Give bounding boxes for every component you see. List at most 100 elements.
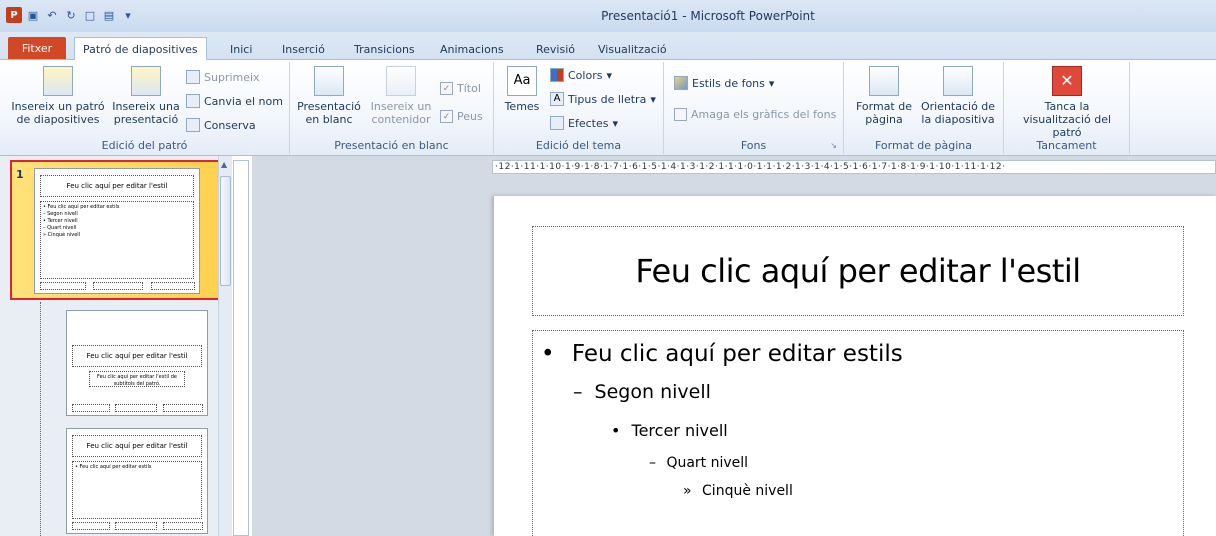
layout3-body: • Feu clic aquí per editar estils bbox=[72, 461, 202, 519]
tab-insert[interactable]: Inserció bbox=[274, 38, 333, 60]
blank-layout-label: Presentació en blanc bbox=[297, 100, 361, 126]
group-page-setup: Format de pàgina Orientació de la diapos… bbox=[844, 62, 1004, 154]
preserve-button[interactable]: Conserva bbox=[186, 118, 256, 132]
title-bar: P ▣ ↶ ↻ □ ▤ ▾ Presentació1 - Microsoft P… bbox=[0, 0, 1216, 32]
blank-layout-icon bbox=[314, 66, 344, 96]
group-close: ✕ Tanca la visualització del patró Tanca… bbox=[1004, 62, 1130, 154]
layout3-title: Feu clic aquí per editar l'estil bbox=[72, 435, 202, 457]
themes-label: Temes bbox=[504, 100, 540, 113]
hide-background-graphics-box bbox=[674, 108, 687, 121]
bullet-level-3: • Tercer nivell bbox=[611, 421, 728, 440]
layout2-footer-date bbox=[72, 404, 110, 412]
layout3-footer-number bbox=[163, 522, 203, 530]
fonts-dropdown-icon: ▾ bbox=[650, 92, 656, 106]
bullet-level-1: • Feu clic aquí per editar estils bbox=[541, 341, 903, 367]
hide-background-graphics-label: Amaga els gràfics del fons bbox=[691, 108, 837, 121]
slide-body-placeholder[interactable]: • Feu clic aquí per editar estils – Sego… bbox=[532, 330, 1184, 536]
bullet-1-icon: • bbox=[541, 341, 555, 367]
colors-button[interactable]: Colors ▾ bbox=[550, 68, 612, 82]
group-edit-theme: Aa Temes Colors ▾ A Tipus de lletra ▾ Efec… bbox=[494, 62, 664, 154]
slide-orientation-button[interactable]: Orientació de la diapositiva bbox=[916, 66, 1000, 126]
ribbon-tabs: Fitxer Patró de diapositives Inici Inser… bbox=[0, 32, 1216, 61]
dialog-launcher-icon[interactable]: ↘ bbox=[830, 141, 837, 150]
thumbnail-footer-number bbox=[151, 282, 195, 290]
insert-layout-label: Insereix una presentació bbox=[112, 100, 180, 126]
insert-placeholder-button[interactable]: Insereix un contenidor bbox=[364, 66, 438, 126]
background-styles-button[interactable]: Estils de fons ▾ bbox=[674, 76, 774, 90]
scrollbar-thumb[interactable] bbox=[220, 176, 231, 286]
selected-master-thumbnail[interactable]: 1 Feu clic aquí per editar l'estil • Feu… bbox=[10, 160, 220, 300]
colors-label: Colors bbox=[568, 68, 603, 82]
insert-master-label: Insereix un patró de diapositives bbox=[11, 100, 105, 126]
effects-dropdown-icon: ▾ bbox=[612, 116, 618, 130]
level-5-text: Cinquè nivell bbox=[702, 483, 793, 499]
window-title: Presentació1 - Microsoft PowerPoint bbox=[601, 9, 815, 23]
colors-icon bbox=[550, 68, 564, 82]
insert-layout-icon bbox=[131, 66, 161, 96]
group-label-edit-master: Edició del patró bbox=[101, 139, 188, 152]
close-master-view-icon: ✕ bbox=[1052, 66, 1082, 96]
layout2-footer-number bbox=[163, 404, 203, 412]
close-master-view-button[interactable]: ✕ Tanca la visualització del patró bbox=[1010, 66, 1124, 139]
tab-home[interactable]: Inici bbox=[222, 38, 260, 60]
thumbnail-number: 1 bbox=[16, 168, 24, 181]
blank-layout-button[interactable]: Presentació en blanc bbox=[294, 66, 364, 126]
insert-layout-button[interactable]: Insereix una presentació bbox=[108, 66, 184, 126]
themes-button[interactable]: Aa Temes bbox=[502, 66, 542, 113]
rename-icon bbox=[186, 94, 200, 108]
slide-title-placeholder[interactable]: Feu clic aquí per editar l'estil bbox=[532, 226, 1184, 316]
background-styles-dropdown-icon: ▾ bbox=[768, 76, 775, 90]
thumbnail-scrollbar[interactable]: ▲ bbox=[218, 156, 232, 536]
colors-dropdown-icon: ▾ bbox=[606, 68, 612, 82]
delete-label: Suprimeix bbox=[204, 70, 260, 84]
slide-thumbnail-pane[interactable]: 1 Feu clic aquí per editar l'estil • Feu… bbox=[0, 156, 230, 536]
footers-checkbox[interactable]: ✓ Peus bbox=[440, 110, 483, 123]
group-label-close: Tancament bbox=[1036, 139, 1097, 152]
tab-view[interactable]: Visualització bbox=[590, 38, 675, 60]
close-master-view-label: Tanca la visualització del patró bbox=[1022, 100, 1112, 139]
bullet-level-5: » Cinquè nivell bbox=[683, 483, 793, 499]
title-checkbox[interactable]: ✓ Títol bbox=[440, 82, 481, 95]
tab-transitions[interactable]: Transicions bbox=[346, 38, 423, 60]
tab-slide-master[interactable]: Patró de diapositives bbox=[74, 37, 207, 61]
layout2-subtitle: Feu clic aquí per editar l'estil de subt… bbox=[89, 371, 185, 387]
scroll-up-icon[interactable]: ▲ bbox=[221, 160, 227, 169]
group-master-layout: Presentació en blanc Insereix un conteni… bbox=[290, 62, 494, 154]
hide-background-graphics-checkbox[interactable]: Amaga els gràfics del fons bbox=[674, 108, 836, 121]
themes-icon: Aa bbox=[507, 66, 537, 96]
bullet-level-4: – Quart nivell bbox=[649, 455, 748, 471]
insert-placeholder-label: Insereix un contenidor bbox=[370, 100, 432, 126]
delete-icon bbox=[186, 70, 200, 84]
page-setup-icon bbox=[869, 66, 899, 96]
tab-review[interactable]: Revisió bbox=[528, 38, 583, 60]
preserve-icon bbox=[186, 118, 200, 132]
group-edit-master: Insereix un patró de diapositives Insere… bbox=[0, 62, 290, 154]
vertical-ruler bbox=[233, 160, 249, 536]
slide-canvas[interactable]: Feu clic aquí per editar l'estil • Feu c… bbox=[494, 196, 1216, 536]
tab-animations[interactable]: Animacions bbox=[432, 38, 512, 60]
footers-checkbox-label: Peus bbox=[457, 110, 483, 123]
group-label-page-setup: Format de pàgina bbox=[875, 139, 972, 152]
background-styles-icon bbox=[674, 76, 688, 90]
effects-button[interactable]: Efectes ▾ bbox=[550, 116, 618, 130]
master-thumbnail[interactable]: Feu clic aquí per editar l'estil • Feu c… bbox=[34, 168, 200, 294]
fonts-button[interactable]: A Tipus de lletra ▾ bbox=[550, 92, 656, 106]
effects-icon bbox=[550, 116, 564, 130]
background-styles-label: Estils de fons bbox=[692, 76, 765, 90]
page-setup-button[interactable]: Format de pàgina bbox=[852, 66, 916, 126]
tab-file[interactable]: Fitxer bbox=[8, 37, 66, 59]
insert-master-icon bbox=[43, 66, 73, 96]
preserve-label: Conserva bbox=[204, 118, 256, 132]
insert-master-button[interactable]: Insereix un patró de diapositives bbox=[8, 66, 108, 126]
thumbnail-footer-text bbox=[93, 282, 143, 290]
delete-button[interactable]: Suprimeix bbox=[186, 70, 260, 84]
layout-connector-line bbox=[40, 302, 41, 536]
layout-thumbnail-title[interactable]: Feu clic aquí per editar l'estil Feu cli… bbox=[66, 310, 208, 416]
fonts-icon: A bbox=[550, 92, 564, 106]
rename-button[interactable]: Canvia el nom bbox=[186, 94, 283, 108]
bullet-5-icon: » bbox=[683, 483, 692, 499]
layout2-title: Feu clic aquí per editar l'estil bbox=[72, 345, 202, 367]
bullet-4-icon: – bbox=[649, 455, 656, 471]
layout-thumbnail-content[interactable]: Feu clic aquí per editar l'estil • Feu c… bbox=[66, 428, 208, 534]
group-label-background: Fons bbox=[740, 139, 767, 152]
